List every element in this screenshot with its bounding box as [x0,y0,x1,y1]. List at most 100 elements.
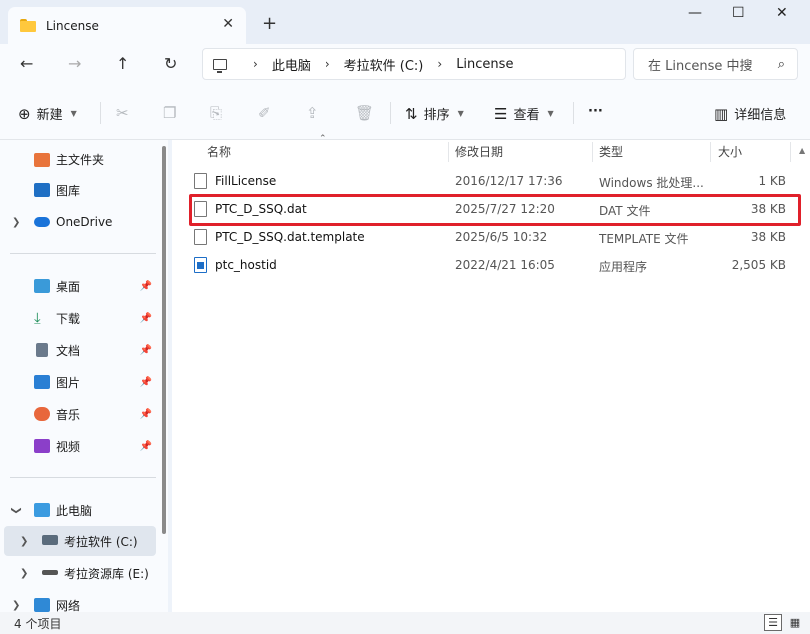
tab-lincense[interactable]: Lincense ✕ [8,7,246,44]
rename-button[interactable]: ✐ [258,104,277,122]
sidebar-item-home[interactable]: 主文件夹 [0,144,156,174]
file-type: 应用程序 [599,260,648,274]
download-icon: ⤓ [34,309,41,327]
pin-icon[interactable]: 📌 [140,345,152,356]
close-button[interactable]: ✕ [776,5,788,21]
copy-button[interactable]: ❐ [163,104,182,122]
refresh-button[interactable]: ↻ [164,54,177,73]
copy-icon: ❐ [163,104,177,122]
sidebar-item-label: 图片 [56,375,81,390]
details-label: 详细信息 [734,108,787,123]
sidebar-item-pictures[interactable]: 图片 📌 [0,367,156,397]
search-input[interactable]: 在 Lincense 中搜 ⌕ [633,48,798,80]
pc-icon [213,58,227,73]
gallery-icon [34,183,50,197]
column-header-name[interactable]: 名称 [207,143,231,160]
sidebar-scrollbar[interactable] [162,146,166,534]
paste-button[interactable]: ⎘ [210,104,228,122]
file-list-scrollbar[interactable]: ▲ [795,140,810,612]
music-icon [34,407,50,421]
tab-close-icon[interactable]: ✕ [222,16,234,32]
new-button[interactable]: ⊕ 新建 ▼ [18,104,77,124]
sidebar-item-onedrive[interactable]: ❯ OneDrive [0,207,156,237]
more-options-button[interactable]: ··· [588,104,603,119]
minimize-button[interactable]: — [688,5,702,21]
view-list-icon: ☰ [494,104,508,123]
sidebar-item-label: 桌面 [56,279,81,294]
app-icon [194,257,207,273]
sidebar-item-gallery[interactable]: 图库 [0,175,156,205]
pin-icon[interactable]: 📌 [140,377,152,388]
back-button[interactable]: ← [20,54,33,73]
column-header-date[interactable]: 修改日期 [455,143,503,160]
network-icon [34,598,50,612]
folder-icon [20,19,36,32]
pin-icon[interactable]: 📌 [140,313,152,324]
details-view-button[interactable]: ☰ [764,614,782,631]
file-type: TEMPLATE 文件 [599,232,689,246]
tiles-view-button[interactable]: ▦ [786,614,804,631]
chevron-right-icon: ❯ [12,216,21,228]
file-date: 2025/7/27 12:20 [455,202,555,216]
column-divider[interactable] [710,142,711,162]
share-button[interactable]: ⇪ [306,104,325,122]
details-pane-button[interactable]: ▥ 详细信息 [714,104,787,124]
up-button[interactable]: ↑ [116,54,129,73]
sidebar-item-this-pc[interactable]: ❯ 此电脑 [0,495,156,525]
delete-button[interactable]: 🗑 [355,104,380,122]
home-icon [34,153,50,167]
chevron-right-icon: ❯ [20,567,29,579]
rename-icon: ✐ [258,104,271,122]
file-icon [194,201,207,217]
chevron-down-icon: ❯ [10,505,22,515]
sidebar-item-drive-e[interactable]: ❯ 考拉资源库 (E:) [0,558,156,588]
breadcrumb-this-pc[interactable]: 此电脑 [272,55,311,74]
column-divider[interactable] [790,142,791,162]
scroll-up-icon[interactable]: ▲ [799,146,805,155]
sidebar-item-downloads[interactable]: ⤓ 下载 📌 [0,303,156,333]
pictures-icon [34,375,50,389]
file-size: 38 KB [750,202,786,216]
sidebar-item-drive-c[interactable]: ❯ 考拉软件 (C:) [4,526,156,556]
sort-icon: ⇅ [405,104,418,123]
file-name: ptc_hostid [215,258,277,272]
drive-c-icon [42,535,58,545]
sidebar-item-label: 考拉资源库 (E:) [64,566,149,581]
sidebar-item-videos[interactable]: 视频 📌 [0,431,156,461]
column-divider[interactable] [592,142,593,162]
column-header-type[interactable]: 类型 [599,143,623,160]
video-icon [34,439,50,453]
table-row[interactable]: PTC_D_SSQ.dat.template 2025/6/5 10:32 TE… [190,224,802,250]
title-bar: Lincense ✕ + — ☐ ✕ [0,0,810,44]
column-header-size[interactable]: 大小 [718,143,742,160]
sidebar-item-label: 视频 [56,439,81,454]
view-button[interactable]: ☰ 查看 ▼ [494,104,554,124]
pin-icon[interactable]: 📌 [140,281,152,292]
forward-button[interactable]: → [68,54,81,73]
breadcrumb-drive-c[interactable]: 考拉软件 (C:) [344,55,424,74]
table-row[interactable]: PTC_D_SSQ.dat 2025/7/27 12:20 DAT 文件 38 … [190,196,802,222]
divider [10,477,156,478]
sidebar-item-label: 此电脑 [56,503,93,518]
file-size: 1 KB [758,174,786,188]
cut-button[interactable]: ✂ [116,104,135,122]
divider [100,102,101,124]
sidebar-item-documents[interactable]: 文档 📌 [0,335,156,365]
sort-button[interactable]: ⇅ 排序 ▼ [405,104,464,124]
column-divider[interactable] [448,142,449,162]
pin-icon[interactable]: 📌 [140,409,152,420]
table-row[interactable]: ptc_hostid 2022/4/21 16:05 应用程序 2,505 KB [190,252,802,278]
maximize-button[interactable]: ☐ [732,5,745,21]
document-icon [36,343,48,357]
table-row[interactable]: FillLicense 2016/12/17 17:36 Windows 批处理… [190,168,802,194]
file-list: ⌃ 名称 修改日期 类型 大小 FillLicense 2016/12/17 1… [172,134,810,612]
address-field[interactable]: › 此电脑 › 考拉软件 (C:) › Lincense [202,48,626,80]
divider [573,102,574,124]
pin-icon[interactable]: 📌 [140,441,152,452]
trash-icon: 🗑 [355,104,375,122]
chevron-down-icon: ▼ [70,109,77,118]
sidebar-item-desktop[interactable]: 桌面 📌 [0,271,156,301]
new-tab-button[interactable]: + [262,13,277,34]
sidebar-item-music[interactable]: 音乐 📌 [0,399,156,429]
breadcrumb-lincense[interactable]: Lincense [456,57,513,72]
